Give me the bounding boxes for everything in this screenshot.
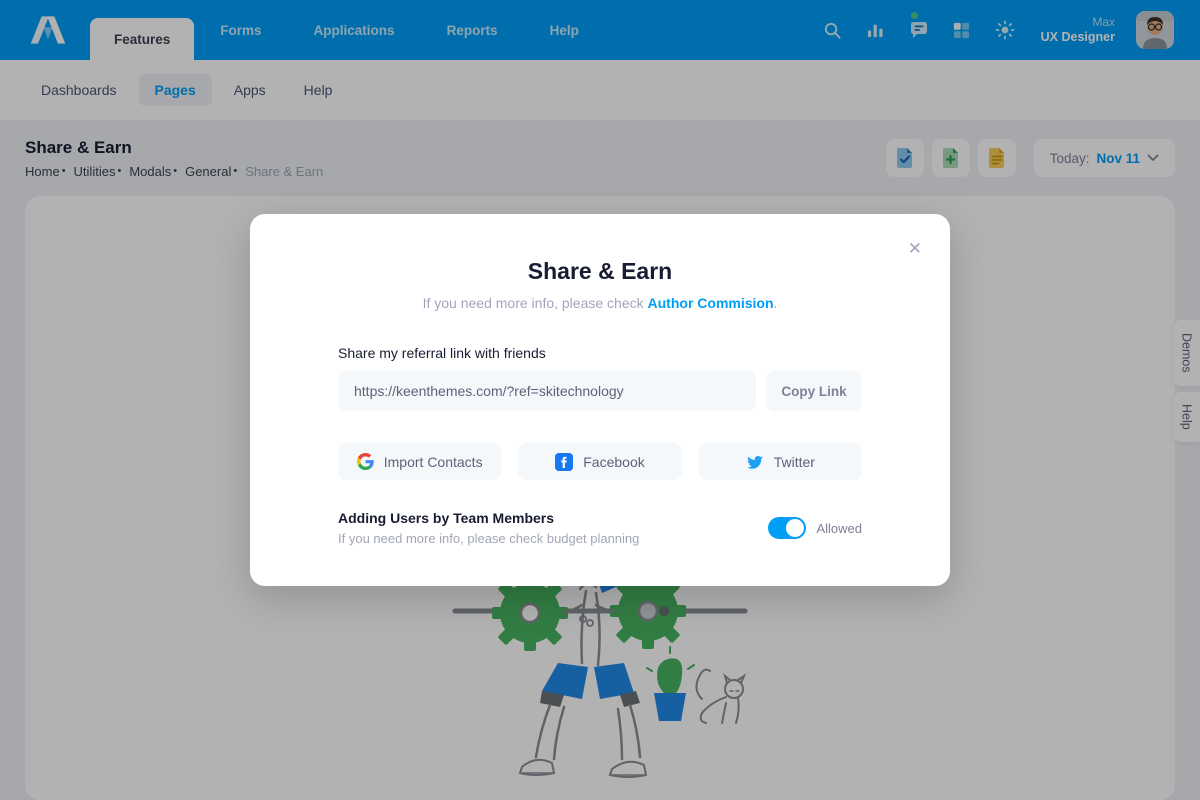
toggle-title: Adding Users by Team Members [338, 510, 639, 526]
twitter-icon [746, 453, 764, 471]
copy-link-button[interactable]: Copy Link [766, 371, 862, 411]
import-contacts-button[interactable]: Import Contacts [338, 443, 501, 480]
toggle-subtitle: If you need more info, please check budg… [338, 531, 639, 546]
social-buttons-row: Import Contacts Facebook Twitter [338, 443, 862, 480]
modal-subtitle-period: . [774, 295, 778, 311]
google-icon [357, 453, 374, 470]
twitter-share-button[interactable]: Twitter [699, 443, 862, 480]
referral-link-input[interactable] [338, 371, 756, 411]
toggle-texts: Adding Users by Team Members If you need… [338, 510, 639, 546]
share-earn-modal: ✕ Share & Earn If you need more info, pl… [250, 214, 950, 586]
toggle-state-label: Allowed [816, 521, 862, 536]
modal-subtitle-text: If you need more info, please check [423, 295, 644, 311]
modal-title: Share & Earn [338, 258, 862, 285]
facebook-label: Facebook [583, 454, 644, 470]
author-commission-link[interactable]: Author Commision [648, 295, 774, 311]
team-members-toggle-row: Adding Users by Team Members If you need… [338, 510, 862, 546]
twitter-label: Twitter [774, 454, 815, 470]
referral-label: Share my referral link with friends [338, 345, 862, 361]
allowed-toggle-switch[interactable] [768, 517, 806, 539]
facebook-icon [555, 453, 573, 471]
referral-row: Copy Link [338, 371, 862, 411]
facebook-share-button[interactable]: Facebook [518, 443, 681, 480]
close-icon[interactable]: ✕ [902, 234, 928, 263]
modal-subtitle: If you need more info, please check Auth… [338, 295, 862, 311]
import-contacts-label: Import Contacts [384, 454, 483, 470]
toggle-control: Allowed [768, 517, 862, 539]
toggle-knob [786, 519, 804, 537]
